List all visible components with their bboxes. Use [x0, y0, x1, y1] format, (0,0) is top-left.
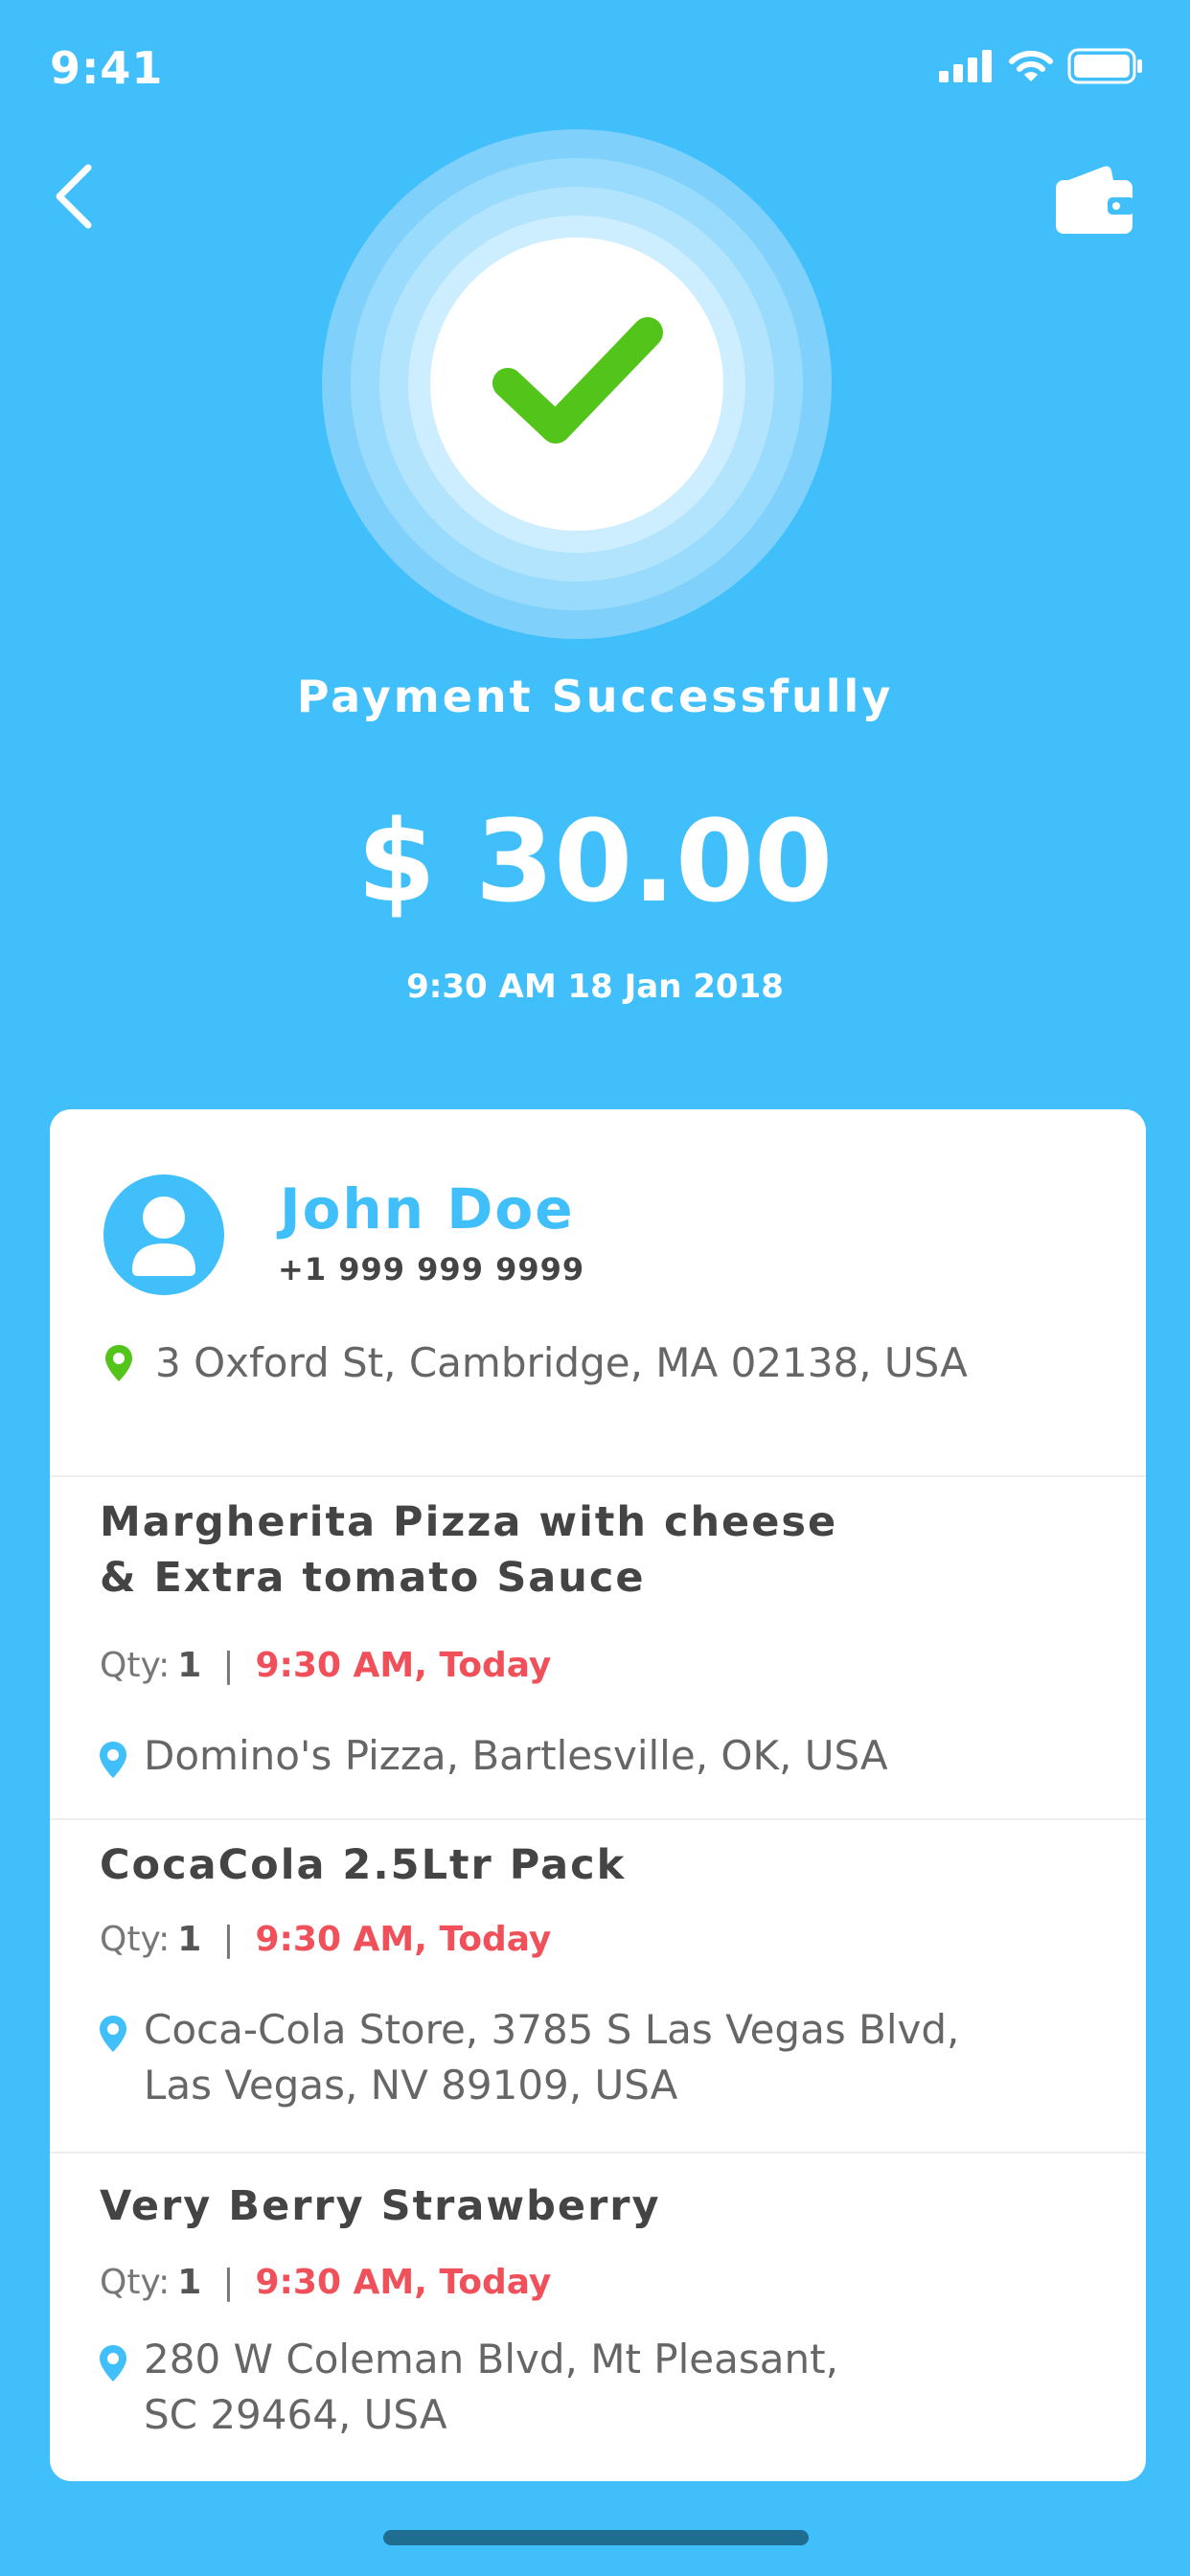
status-bar: 9:41: [0, 0, 1190, 144]
customer-phone[interactable]: +1 999 999 9999: [278, 1251, 584, 1288]
check-icon: [492, 317, 663, 444]
item-qty-row: Qty: 1 | 9:30 AM, Today: [100, 1920, 552, 1959]
user-icon: [132, 1197, 195, 1276]
battery-icon: [1067, 48, 1142, 84]
customer-address: 3 Oxford St, Cambridge, MA 02138, USA: [103, 1339, 968, 1386]
item-time: 9:30 AM, Today: [255, 2263, 552, 2302]
item-qty-row: Qty: 1 | 9:30 AM, Today: [100, 2263, 552, 2302]
item-title: CocaCola 2.5Ltr Pack: [100, 1841, 627, 1889]
divider: [50, 1475, 1146, 1477]
item-title: Margherita Pizza with cheese & Extra tom…: [100, 1498, 838, 1602]
wifi-icon: [1009, 51, 1053, 81]
customer-address-text: 3 Oxford St, Cambridge, MA 02138, USA: [155, 1339, 968, 1386]
location-pin-icon: [100, 2016, 126, 2052]
location-pin-icon: [105, 1344, 132, 1381]
avatar: [103, 1174, 224, 1295]
divider: [50, 2152, 1146, 2154]
order-details-card: John Doe +1 999 999 9999 3 Oxford St, Ca…: [50, 1109, 1146, 2481]
item-time: 9:30 AM, Today: [255, 1920, 552, 1959]
back-button[interactable]: [46, 158, 103, 235]
item-location: Coca-Cola Store, 3785 S Las Vegas Blvd, …: [98, 2002, 959, 2113]
status-time: 9:41: [50, 42, 164, 94]
payment-datetime: 9:30 AM 18 Jan 2018: [406, 968, 784, 1006]
wallet-icon[interactable]: [1054, 161, 1134, 238]
signal-icon: [939, 50, 992, 82]
payment-status-title: Payment Successfully: [296, 671, 894, 722]
success-badge: [322, 129, 832, 639]
status-icons: [939, 48, 1144, 84]
item-qty-row: Qty: 1 | 9:30 AM, Today: [100, 1646, 552, 1685]
item-location: 280 W Coleman Blvd, Mt Pleasant, SC 2946…: [98, 2332, 838, 2443]
divider: [50, 1818, 1146, 1820]
home-indicator[interactable]: [383, 2530, 809, 2545]
item-title: Very Berry Strawberry: [100, 2182, 661, 2230]
item-location: Domino's Pizza, Bartlesville, OK, USA: [98, 1728, 888, 1784]
location-pin-icon: [100, 2345, 126, 2382]
location-pin-icon: [100, 1742, 126, 1778]
customer-name: John Doe: [280, 1176, 575, 1242]
item-time: 9:30 AM, Today: [255, 1646, 552, 1685]
payment-amount: $ 30.00: [356, 795, 834, 927]
